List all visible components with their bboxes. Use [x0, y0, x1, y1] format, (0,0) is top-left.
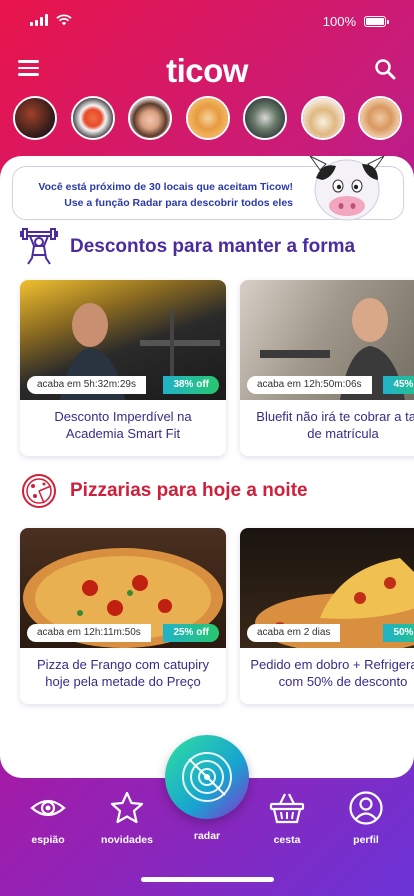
basket-icon: [269, 793, 305, 824]
story-avatar[interactable]: [128, 96, 172, 140]
deal-card[interactable]: acaba em 2 dias 50% off Pedido em dobro …: [240, 528, 414, 704]
fitness-cards: acaba em 5h:32m:29s 38% off Desconto Imp…: [20, 280, 414, 456]
radar-button[interactable]: [165, 735, 249, 819]
pizza-cards: acaba em 12h:11m:50s 25% off Pizza de Fr…: [20, 528, 414, 704]
main-content: Você está próximo de 30 locais que aceit…: [0, 156, 414, 778]
home-indicator: [141, 877, 274, 882]
deal-caption: Pedido em dobro + Refrigerante com 50% d…: [250, 657, 414, 689]
nav-label: espião: [31, 834, 65, 846]
nav-label: perfil: [353, 834, 379, 846]
deal-caption: Pizza de Frango com catupiry hoje pela m…: [37, 657, 209, 689]
section-pizza-title: Pizzarias para hoje a noite: [20, 472, 308, 510]
discount-badge: 25% off: [163, 624, 219, 642]
deal-card[interactable]: acaba em 12h:11m:50s 25% off Pizza de Fr…: [20, 528, 226, 704]
banner-line-1: Você está próximo de 30 locais que aceit…: [38, 181, 293, 193]
pizza-icon: [22, 474, 56, 508]
wifi-icon: [56, 14, 72, 26]
eye-icon: [30, 799, 66, 817]
section-title: Descontos para manter a forma: [70, 236, 356, 257]
app-header: ticow: [0, 52, 414, 89]
deal-caption: Desconto Imperdível na Academia Smart Fi…: [54, 409, 192, 441]
discount-badge: 50% off: [383, 624, 414, 642]
section-title: Pizzarias para hoje a noite: [70, 480, 308, 501]
nav-label: cesta: [273, 834, 301, 846]
discount-badge: 38% off: [163, 376, 219, 394]
nav-basket[interactable]: cesta: [252, 790, 322, 846]
timer-badge: acaba em 2 dias: [247, 624, 341, 642]
story-avatar[interactable]: [185, 96, 230, 140]
signal-icon: [30, 14, 48, 26]
timer-badge: acaba em 12h:11m:50s: [27, 624, 151, 642]
deal-image: acaba em 2 dias 50% off: [240, 528, 414, 648]
status-left: [30, 14, 72, 26]
nav-profile[interactable]: perfil: [331, 790, 401, 846]
nav-spy[interactable]: espião: [13, 790, 83, 846]
dumbbell-icon: [20, 228, 58, 265]
banner-line-2: Use a função Radar para descobrir todos …: [64, 197, 293, 209]
app-logo: ticow: [166, 52, 248, 89]
deal-image: acaba em 5h:32m:29s 38% off: [20, 280, 226, 400]
status-bar: 100%: [0, 0, 414, 44]
status-right: 100%: [322, 14, 389, 29]
nav-news[interactable]: novidades: [92, 790, 162, 846]
star-icon: [110, 791, 144, 824]
deal-card[interactable]: acaba em 5h:32m:29s 38% off Desconto Imp…: [20, 280, 226, 456]
story-avatar[interactable]: [358, 96, 402, 140]
nav-label: novidades: [101, 834, 153, 846]
section-fitness-title: Descontos para manter a forma: [20, 228, 355, 266]
stories-row: [13, 96, 402, 140]
cow-mascot-icon: [309, 156, 385, 221]
timer-badge: acaba em 5h:32m:29s: [27, 376, 146, 394]
discount-badge: 45% off: [383, 376, 414, 394]
nav-radar-label: radar: [193, 830, 221, 842]
story-avatar[interactable]: [13, 96, 57, 140]
deal-image: acaba em 12h:50m:06s 45% off: [240, 280, 414, 400]
deal-card[interactable]: acaba em 12h:50m:06s 45% off Bluefit não…: [240, 280, 414, 456]
deal-caption: Bluefit não irá te cobrar a taxa de matr…: [256, 409, 414, 441]
story-avatar[interactable]: [300, 96, 345, 140]
search-icon[interactable]: [374, 58, 396, 80]
timer-badge: acaba em 12h:50m:06s: [247, 376, 372, 394]
deal-image: acaba em 12h:11m:50s 25% off: [20, 528, 226, 648]
radar-icon: [182, 752, 232, 802]
profile-icon: [349, 791, 383, 825]
story-avatar[interactable]: [70, 96, 115, 140]
battery-icon: [364, 16, 389, 27]
battery-percent: 100%: [322, 14, 356, 29]
story-avatar[interactable]: [243, 96, 287, 140]
